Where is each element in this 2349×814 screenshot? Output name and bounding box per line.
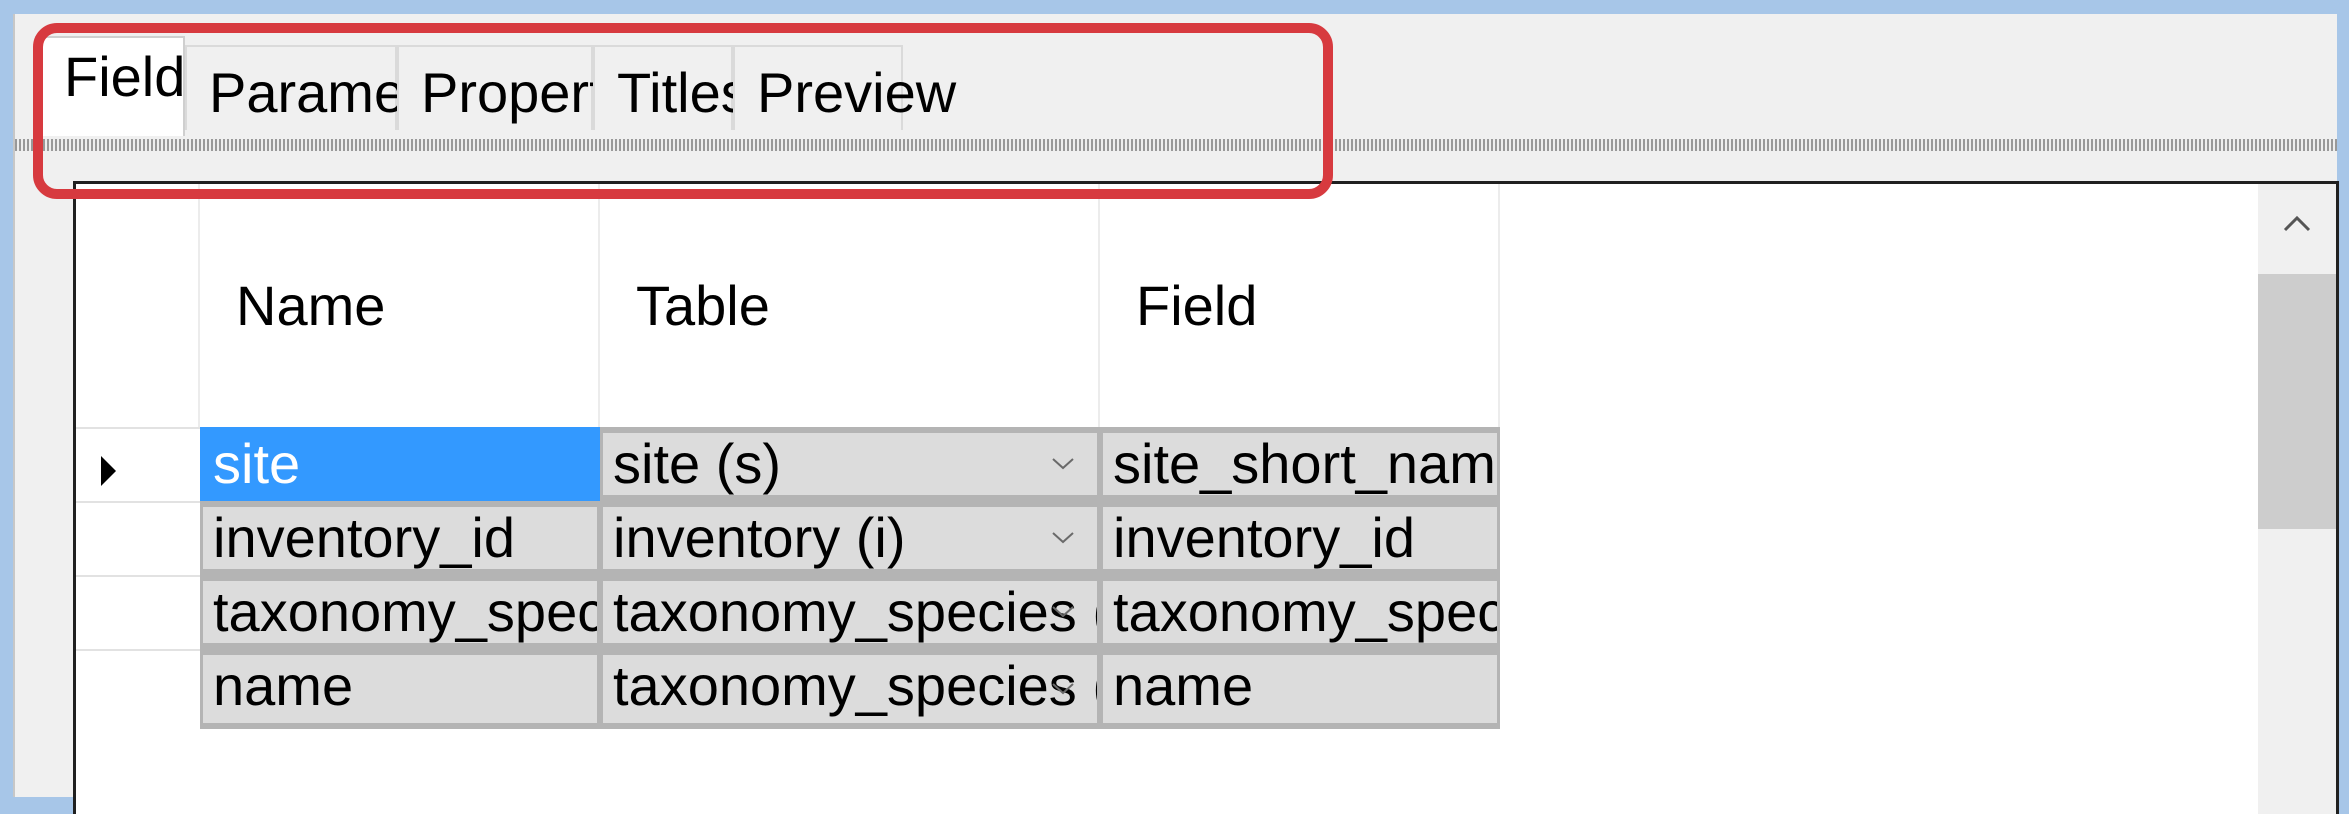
chevron-down-icon[interactable] xyxy=(1028,581,1097,643)
chevron-down-icon[interactable] xyxy=(1028,507,1097,569)
fields-grid[interactable]: Name Table Field site site (s) site_shor… xyxy=(73,181,2339,814)
column-header-name-label: Name xyxy=(236,274,386,337)
cell-table-dropdown[interactable]: taxonomy_species (t) xyxy=(600,575,1100,649)
column-header-field-label: Field xyxy=(1136,274,1258,337)
column-header-table-label: Table xyxy=(636,274,770,337)
cell-name[interactable]: taxonomy_species_id xyxy=(200,575,600,649)
cell-field[interactable]: inventory_id xyxy=(1100,501,1500,575)
tab-parameters[interactable]: Parameters xyxy=(185,45,498,130)
cell-table-value: taxonomy_species (t) xyxy=(613,654,1100,717)
cell-name[interactable]: site xyxy=(200,427,600,501)
vertical-scrollbar[interactable] xyxy=(2258,184,2336,814)
column-header-table[interactable]: Table xyxy=(600,184,1100,427)
column-header-name[interactable]: Name xyxy=(200,184,600,427)
tab-fields[interactable]: Fields xyxy=(35,36,213,136)
cell-table-dropdown[interactable]: taxonomy_species (t) xyxy=(600,649,1100,729)
scrollbar-thumb[interactable] xyxy=(2258,274,2336,529)
chevron-down-icon[interactable] xyxy=(1028,433,1097,495)
cell-field[interactable]: site_short_name xyxy=(1100,427,1500,501)
row-pointer-icon xyxy=(101,456,116,486)
tab-properties[interactable]: Properties xyxy=(397,45,676,130)
grid-corner-header xyxy=(76,184,200,427)
cell-name[interactable]: inventory_id xyxy=(200,501,600,575)
cell-field[interactable]: taxonomy_species_id xyxy=(1100,575,1500,649)
chevron-down-icon[interactable] xyxy=(1028,655,1097,723)
report-designer-window: Fields Parameters Properties Titles Prev… xyxy=(13,14,2339,814)
tab-strip-divider xyxy=(15,139,2337,151)
cell-name[interactable]: name xyxy=(200,649,600,729)
tab-titles[interactable]: Titles xyxy=(593,45,749,130)
column-header-field[interactable]: Field xyxy=(1100,184,1500,427)
tab-preview[interactable]: Preview xyxy=(733,45,956,130)
tab-strip: Fields Parameters Properties Titles Prev… xyxy=(15,14,2337,154)
cell-table-dropdown[interactable]: site (s) xyxy=(600,427,1100,501)
cell-table-value: taxonomy_species (t) xyxy=(613,580,1100,643)
cell-table-dropdown[interactable]: inventory (i) xyxy=(600,501,1100,575)
cell-table-value: site (s) xyxy=(613,432,781,495)
cell-field[interactable]: name xyxy=(1100,649,1500,729)
chevron-up-icon[interactable] xyxy=(2258,184,2336,264)
cell-table-value: inventory (i) xyxy=(613,506,906,569)
